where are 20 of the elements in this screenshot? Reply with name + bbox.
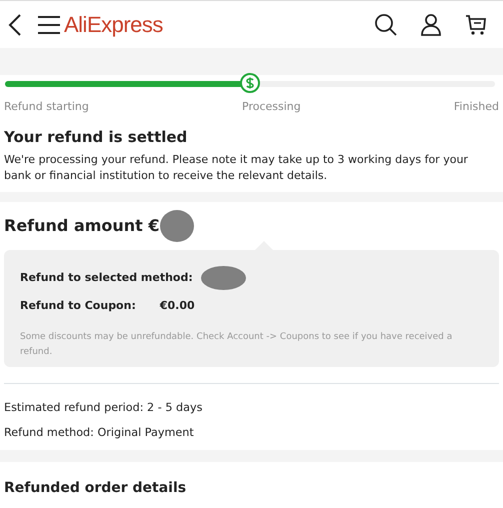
refund-line-label: Refund to Coupon: — [20, 298, 136, 314]
refund-detail: Estimated refund period: 2 - 5 days — [4, 400, 204, 416]
step-label: Processing — [242, 99, 301, 115]
step-label: Finished — [454, 99, 499, 115]
refund-line-label: Refund to selected method: — [20, 270, 193, 286]
search-icon[interactable] — [375, 14, 397, 36]
refund-line-value: €0.00 — [160, 298, 195, 314]
cart-icon[interactable] — [465, 14, 487, 36]
back-icon[interactable] — [8, 14, 22, 36]
redaction-mark — [160, 210, 194, 242]
refund-detail: Refund method: Original Payment — [4, 424, 195, 441]
menu-icon[interactable] — [38, 16, 60, 34]
account-icon[interactable] — [421, 14, 441, 36]
section-title: Refunded order details — [4, 478, 188, 498]
step-label: Refund starting — [4, 99, 89, 115]
refund-amount-title: Refund amount € — [4, 214, 160, 237]
refund-note: Some discounts may be unrefundable. Check Account -> Coupons to see if you have received a refund. — [20, 331, 454, 359]
logo[interactable]: AliExpress — [64, 8, 163, 41]
status-title: Your refund is settled — [4, 126, 188, 148]
status-message: We're processing your refund. Please note it may take up to 3 working days for your bank or financial institution to receive the relevant details. — [4, 152, 469, 184]
